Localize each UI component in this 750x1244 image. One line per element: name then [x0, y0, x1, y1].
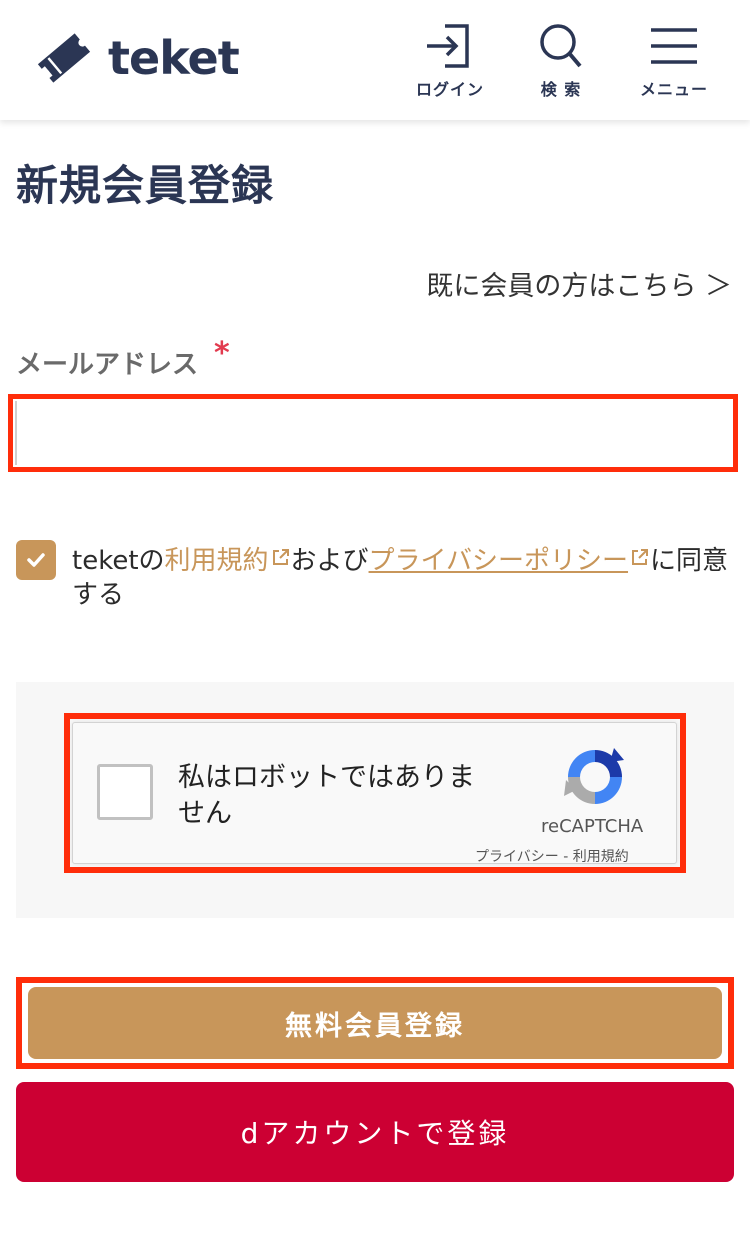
external-link-icon — [632, 549, 649, 565]
checkmark-icon — [27, 553, 45, 567]
recaptcha-brand: reCAPTCHA — [541, 816, 644, 837]
recaptcha-terms-link[interactable]: 利用規約 — [573, 849, 629, 865]
search-button[interactable]: 検 索 — [511, 22, 611, 102]
hamburger-icon — [651, 28, 697, 64]
email-input[interactable] — [8, 394, 738, 472]
site-header: teket ログイン 検 索 メニュー — [0, 0, 750, 120]
agree-text: teketの利用規約 およびプライバシーポリシー に同意する — [72, 544, 732, 612]
free-register-button[interactable]: 無料会員登録 — [28, 987, 722, 1059]
teket-logo[interactable]: teket — [32, 26, 240, 90]
recaptcha-privacy-link[interactable]: プライバシー — [475, 849, 559, 865]
agree-checkbox[interactable] — [16, 540, 56, 580]
daccount-register-button[interactable]: dアカウントで登録 — [16, 1082, 734, 1182]
terms-link[interactable]: 利用規約 — [165, 546, 291, 576]
agree-prefix: teketの — [72, 546, 165, 576]
email-label: メールアドレス — [16, 350, 199, 380]
ticket-logo-icon — [37, 33, 91, 83]
menu-button[interactable]: メニュー — [624, 22, 724, 102]
privacy-link-label: プライバシーポリシー — [368, 546, 629, 576]
agree-middle: および — [290, 546, 369, 576]
search-icon — [540, 24, 582, 68]
recaptcha-separator: - — [563, 849, 569, 865]
required-mark: * — [214, 336, 230, 371]
external-link-icon — [272, 549, 289, 565]
page-title: 新規会員登録 — [16, 161, 275, 210]
privacy-link[interactable]: プライバシーポリシー — [369, 546, 628, 576]
menu-label: メニュー — [639, 80, 708, 99]
recaptcha-label: 私はロボットではありません — [178, 762, 475, 829]
input-left-border — [15, 401, 17, 465]
search-label: 検 索 — [540, 80, 582, 99]
terms-link-label: 利用規約 — [164, 546, 269, 576]
login-button[interactable]: ログイン — [400, 22, 500, 102]
recaptcha-icon — [564, 748, 624, 804]
existing-member-link[interactable]: 既に会員の方はこちら ＞ — [426, 264, 732, 303]
login-label: ログイン — [415, 80, 484, 99]
logo-text: teket — [108, 31, 240, 85]
recaptcha-links: プライバシー - 利用規約 — [475, 846, 629, 866]
login-icon — [427, 24, 469, 68]
recaptcha-checkbox[interactable] — [97, 764, 153, 820]
